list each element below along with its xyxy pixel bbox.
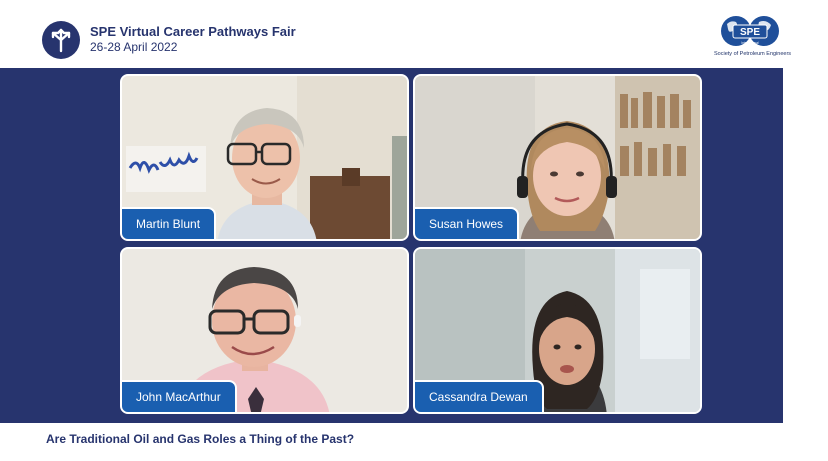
participant-name-tag: Martin Blunt	[122, 207, 217, 239]
spe-logo-letters: SPE	[740, 27, 760, 38]
event-dates: 26-28 April 2022	[90, 40, 178, 54]
header: SPE Virtual Career Pathways Fair 26-28 A…	[0, 0, 828, 68]
footer: Are Traditional Oil and Gas Roles a Thin…	[0, 423, 828, 461]
video-tile-john-macarthur[interactable]: John MacArthur	[120, 247, 409, 414]
organization-name: Society of Petroleum Engineers	[714, 51, 792, 57]
event-title: SPE Virtual Career Pathways Fair	[90, 24, 296, 39]
participant-name-tag: John MacArthur	[122, 380, 237, 412]
session-title: Are Traditional Oil and Gas Roles a Thin…	[46, 432, 355, 446]
participant-name-tag: Cassandra Dewan	[415, 380, 544, 412]
spe-logo-subtext: International	[741, 41, 759, 45]
video-tile-cassandra-dewan[interactable]: Cassandra Dewan	[413, 247, 702, 414]
crossroads-arrows-icon	[51, 28, 71, 53]
spe-logo: SPE International Society of Petroleum E…	[712, 14, 792, 62]
video-tile-martin-blunt[interactable]: Martin Blunt	[120, 74, 409, 241]
video-tile-susan-howes[interactable]: Susan Howes	[413, 74, 702, 241]
participant-name-tag: Susan Howes	[415, 207, 520, 239]
event-logo	[42, 21, 80, 59]
video-grid: Martin Blunt Susan Howes John MacArthur …	[0, 68, 783, 423]
globe-icon: SPE International	[721, 16, 779, 46]
